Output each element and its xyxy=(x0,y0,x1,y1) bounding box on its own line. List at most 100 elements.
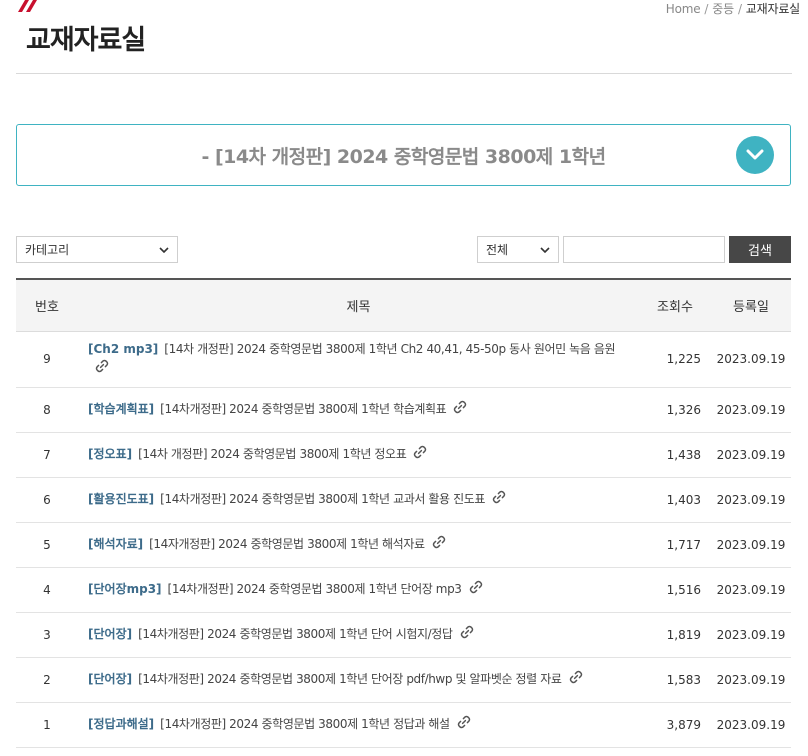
row-category[interactable]: [단어장mp3] xyxy=(88,582,162,596)
row-number: 6 xyxy=(16,477,78,523)
breadcrumb-home[interactable]: Home xyxy=(666,2,701,16)
table-row: 9 [Ch2 mp3] [14차 개정판] 2024 중학영문법 3800제 1학년… xyxy=(16,331,791,388)
chevron-down-icon xyxy=(540,246,550,253)
row-title-cell: [정오표] [14차 개정판] 2024 중학영문법 3800제 1학년 정오표 xyxy=(78,432,639,478)
row-date: 2023.09.19 xyxy=(711,612,791,658)
chevron-down-icon xyxy=(159,246,169,253)
row-title-wrap: [정답과해설] [14차개정판] 2024 중학영문법 3800제 1학년 정답과… xyxy=(88,714,629,735)
row-date: 2023.09.19 xyxy=(711,432,791,478)
row-category[interactable]: [단어장] xyxy=(88,672,132,686)
row-title-wrap: [단어장] [14차개정판] 2024 중학영문법 3800제 1학년 단어 시험… xyxy=(88,624,629,645)
link-icon[interactable] xyxy=(468,579,484,600)
row-title-cell: [Ch2 mp3] [14차 개정판] 2024 중학영문법 3800제 1학년 … xyxy=(78,331,639,388)
row-title-cell: [단어장mp3] [14차개정판] 2024 중학영문법 3800제 1학년 단어… xyxy=(78,567,639,613)
link-icon[interactable] xyxy=(491,489,507,510)
table-header-row: 번호 제목 조회수 등록일 xyxy=(16,278,791,332)
row-date: 2023.09.19 xyxy=(711,522,791,568)
header-title: 제목 xyxy=(78,278,639,332)
search-button[interactable]: 검색 xyxy=(729,236,791,263)
link-icon[interactable] xyxy=(459,624,475,645)
title-divider xyxy=(16,73,792,74)
row-title-link[interactable]: [14차 개정판] 2024 중학영문법 3800제 1학년 Ch2 40,41… xyxy=(164,342,615,356)
row-number: 2 xyxy=(16,657,78,703)
row-title-cell: [단어장] [14차개정판] 2024 중학영문법 3800제 1학년 단어 시험… xyxy=(78,612,639,658)
link-icon[interactable] xyxy=(568,669,584,690)
row-title-link[interactable]: [14자개정판] 2024 중학영문법 3800제 1학년 해석자료 xyxy=(149,537,425,551)
book-selector-label: - [14차 개정판] 2024 중학영문법 3800제 1학년 xyxy=(201,146,606,168)
row-title-cell: [활용진도표] [14차개정판] 2024 중학영문법 3800제 1학년 교과서… xyxy=(78,477,639,523)
board-table: 번호 제목 조회수 등록일 9 [Ch2 mp3] [14차 개정판] 2024 중… xyxy=(16,278,791,748)
link-icon[interactable] xyxy=(94,358,110,379)
row-views: 1,583 xyxy=(639,657,711,703)
table-row: 5 [해석자료] [14자개정판] 2024 중학영문법 3800제 1학년 해석자… xyxy=(16,522,791,568)
row-category[interactable]: [학습계획표] xyxy=(88,402,154,416)
breadcrumb: Home / 중등 / 교재자료실 xyxy=(666,0,800,17)
row-title-wrap: [단어장mp3] [14차개정판] 2024 중학영문법 3800제 1학년 단어… xyxy=(88,579,629,600)
row-category[interactable]: [단어장] xyxy=(88,627,132,641)
row-views: 1,225 xyxy=(639,331,711,388)
row-category[interactable]: [Ch2 mp3] xyxy=(88,342,158,356)
search-input[interactable] xyxy=(563,236,725,263)
row-title-wrap: [학습계획표] [14차개정판] 2024 중학영문법 3800제 1학년 학습계… xyxy=(88,399,629,420)
row-views: 3,879 xyxy=(639,702,711,748)
page-title: 교재자료실 xyxy=(26,25,146,56)
row-title-link[interactable]: [14차개정판] 2024 중학영문법 3800제 1학년 단어 시험지/정답 xyxy=(138,627,453,641)
book-selector-toggle[interactable] xyxy=(736,136,774,174)
search-scope-value: 전체 xyxy=(486,243,509,257)
table-row: 4 [단어장mp3] [14차개정판] 2024 중학영문법 3800제 1학년 단… xyxy=(16,567,791,613)
row-number: 5 xyxy=(16,522,78,568)
row-title-wrap: [Ch2 mp3] [14차 개정판] 2024 중학영문법 3800제 1학년 … xyxy=(88,340,629,379)
header-views: 조회수 xyxy=(639,278,711,332)
row-title-link[interactable]: [14차개정판] 2024 중학영문법 3800제 1학년 정답과 해설 xyxy=(160,717,450,731)
board-body: 9 [Ch2 mp3] [14차 개정판] 2024 중학영문법 3800제 1학년… xyxy=(16,331,791,748)
row-category[interactable]: [정답과해설] xyxy=(88,717,154,731)
row-number: 1 xyxy=(16,702,78,748)
search-scope-select[interactable]: 전체 xyxy=(477,236,559,263)
table-row: 1 [정답과해설] [14차개정판] 2024 중학영문법 3800제 1학년 정답… xyxy=(16,702,791,748)
row-category[interactable]: [활용진도표] xyxy=(88,492,154,506)
breadcrumb-separator: / xyxy=(704,2,709,16)
row-number: 9 xyxy=(16,331,78,388)
row-number: 7 xyxy=(16,432,78,478)
row-date: 2023.09.19 xyxy=(711,567,791,613)
row-views: 1,819 xyxy=(639,612,711,658)
row-title-cell: [학습계획표] [14차개정판] 2024 중학영문법 3800제 1학년 학습계… xyxy=(78,387,639,433)
breadcrumb-middle[interactable]: 중등 xyxy=(712,2,734,16)
row-number: 4 xyxy=(16,567,78,613)
link-icon[interactable] xyxy=(456,714,472,735)
category-select-value: 카테고리 xyxy=(25,243,70,257)
row-title-link[interactable]: [14차 개정판] 2024 중학영문법 3800제 1학년 정오표 xyxy=(138,447,407,461)
header-no: 번호 xyxy=(16,278,78,332)
row-title-link[interactable]: [14차개정판] 2024 중학영문법 3800제 1학년 단어장 mp3 xyxy=(168,582,462,596)
row-date: 2023.09.19 xyxy=(711,331,791,388)
row-date: 2023.09.19 xyxy=(711,477,791,523)
row-title-link[interactable]: [14차개정판] 2024 중학영문법 3800제 1학년 단어장 pdf/hw… xyxy=(138,672,562,686)
row-views: 1,717 xyxy=(639,522,711,568)
row-title-link[interactable]: [14차개정판] 2024 중학영문법 3800제 1학년 교과서 활용 진도표 xyxy=(160,492,485,506)
link-icon[interactable] xyxy=(412,444,428,465)
header-date: 등록일 xyxy=(711,278,791,332)
row-title-wrap: [활용진도표] [14차개정판] 2024 중학영문법 3800제 1학년 교과서… xyxy=(88,489,629,510)
category-select[interactable]: 카테고리 xyxy=(16,236,178,263)
row-title-cell: [단어장] [14차개정판] 2024 중학영문법 3800제 1학년 단어장 p… xyxy=(78,657,639,703)
row-number: 3 xyxy=(16,612,78,658)
row-number: 8 xyxy=(16,387,78,433)
row-date: 2023.09.19 xyxy=(711,387,791,433)
link-icon[interactable] xyxy=(431,534,447,555)
row-category[interactable]: [해석자료] xyxy=(88,537,143,551)
chevron-down-icon xyxy=(746,149,764,160)
row-title-link[interactable]: [14차개정판] 2024 중학영문법 3800제 1학년 학습계획표 xyxy=(160,402,447,416)
row-title-wrap: [해석자료] [14자개정판] 2024 중학영문법 3800제 1학년 해석자료 xyxy=(88,534,629,555)
row-date: 2023.09.19 xyxy=(711,657,791,703)
book-selector[interactable]: - [14차 개정판] 2024 중학영문법 3800제 1학년 xyxy=(16,124,791,186)
row-views: 1,326 xyxy=(639,387,711,433)
table-row: 8 [학습계획표] [14차개정판] 2024 중학영문법 3800제 1학년 학습… xyxy=(16,387,791,433)
row-category[interactable]: [정오표] xyxy=(88,447,132,461)
row-date: 2023.09.19 xyxy=(711,702,791,748)
link-icon[interactable] xyxy=(452,399,468,420)
row-title-cell: [정답과해설] [14차개정판] 2024 중학영문법 3800제 1학년 정답과… xyxy=(78,702,639,748)
table-row: 7 [정오표] [14차 개정판] 2024 중학영문법 3800제 1학년 정오표… xyxy=(16,432,791,478)
breadcrumb-current: 교재자료실 xyxy=(745,2,800,16)
row-views: 1,403 xyxy=(639,477,711,523)
table-row: 6 [활용진도표] [14차개정판] 2024 중학영문법 3800제 1학년 교과… xyxy=(16,477,791,523)
